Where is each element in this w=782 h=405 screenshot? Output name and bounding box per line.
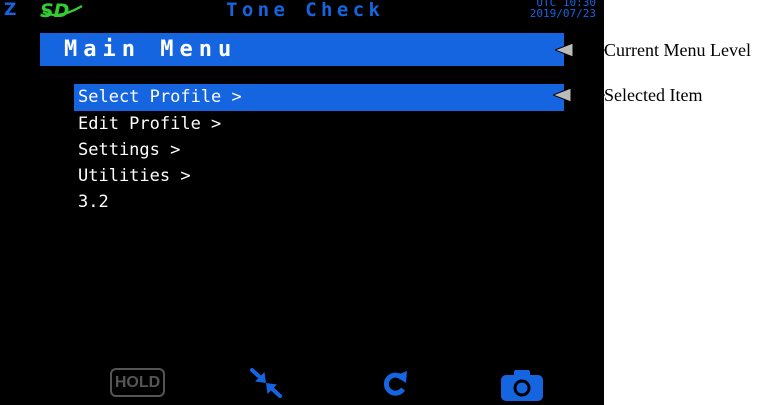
- z-indicator: Z: [4, 0, 17, 20]
- device-screen: Z SD Tone Check UTC 10:30 2019/07/23 Mai…: [0, 0, 604, 405]
- current-menu-level-arrow-icon: [553, 42, 605, 62]
- selected-item-label: Selected Item: [604, 85, 703, 105]
- menu-header: Main Menu: [40, 33, 564, 66]
- camera-icon[interactable]: [500, 368, 544, 405]
- hold-button[interactable]: HOLD: [110, 368, 165, 397]
- menu-item-utilities[interactable]: Utilities >: [74, 163, 564, 189]
- sd-card-icon: SD: [40, 0, 86, 23]
- clock: UTC 10:30 2019/07/23: [530, 0, 596, 19]
- refresh-icon[interactable]: [380, 369, 410, 403]
- menu-list: Select Profile > Edit Profile > Settings…: [74, 84, 564, 215]
- clock-date: 2019/07/23: [529, 7, 596, 20]
- current-menu-level-label: Current Menu Level: [604, 40, 751, 60]
- app-title: Tone Check: [226, 0, 385, 21]
- collapse-arrows-icon[interactable]: [249, 367, 283, 403]
- selected-item-arrow-icon: [551, 87, 605, 107]
- menu-item-select-profile[interactable]: Select Profile >: [74, 84, 564, 111]
- menu-item-settings[interactable]: Settings >: [74, 137, 564, 163]
- bottom-toolbar: HOLD: [0, 364, 604, 405]
- menu-item-version: 3.2: [78, 192, 109, 212]
- menu-header-title: Main Menu: [64, 37, 238, 62]
- menu-item-edit-profile[interactable]: Edit Profile >: [74, 111, 564, 137]
- svg-text:SD: SD: [40, 1, 69, 19]
